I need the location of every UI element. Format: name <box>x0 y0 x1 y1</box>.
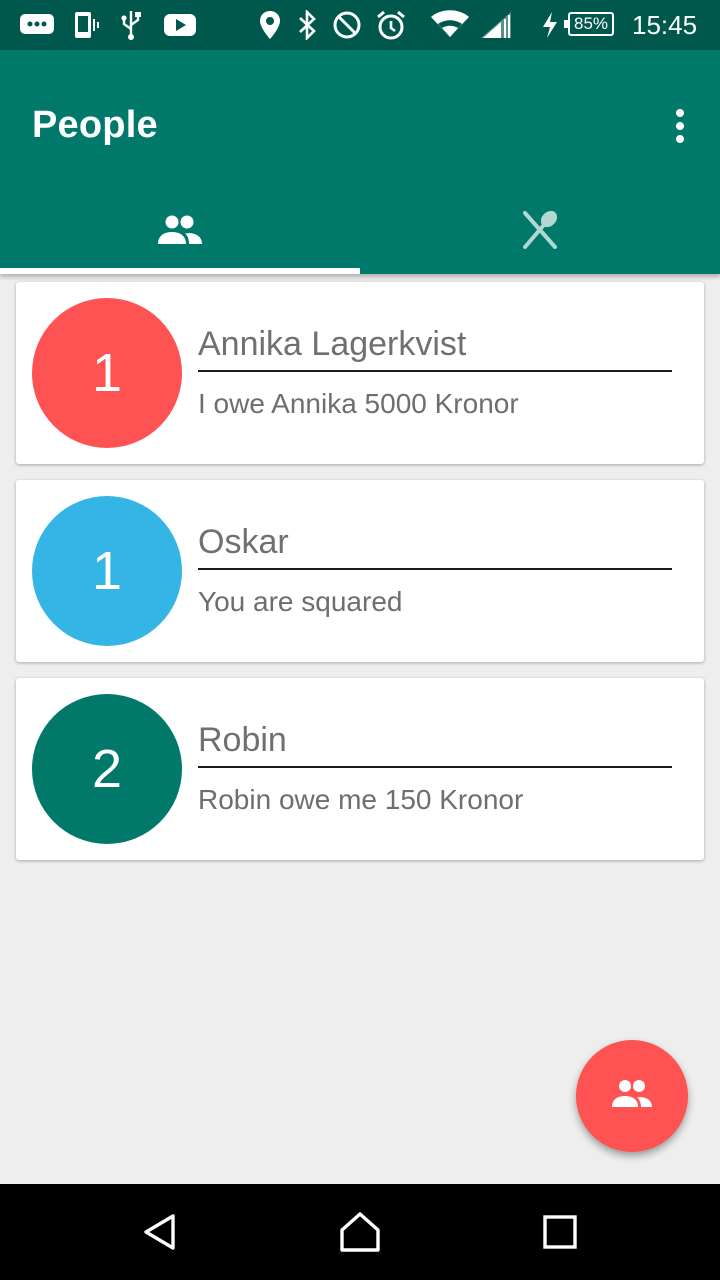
page-title: People <box>32 104 158 146</box>
clock: 15:45 <box>632 10 698 40</box>
signal-icon <box>478 0 514 50</box>
people-icon <box>156 213 204 252</box>
person-card[interactable]: 1 Annika Lagerkvist I owe Annika 5000 Kr… <box>16 282 704 464</box>
do-not-disturb-icon <box>330 0 364 50</box>
person-name: Oskar <box>198 518 672 570</box>
person-balance: Robin owe me 150 Kronor <box>198 784 524 815</box>
person-name: Annika Lagerkvist <box>198 320 672 372</box>
restaurant-icon <box>519 209 561 256</box>
person-card[interactable]: 1 Oskar You are squared <box>16 480 704 662</box>
people-list: 1 Annika Lagerkvist I owe Annika 5000 Kr… <box>16 282 704 876</box>
alarm-icon <box>374 0 408 50</box>
person-balance: I owe Annika 5000 Kronor <box>198 388 519 419</box>
usb-icon <box>116 0 146 50</box>
navigation-bar <box>0 1184 720 1280</box>
app-bar: People <box>0 50 720 274</box>
back-icon[interactable] <box>100 1184 220 1280</box>
tab-people[interactable] <box>0 190 360 274</box>
youtube-icon <box>162 0 198 50</box>
battery-indicator: 85% <box>564 12 614 36</box>
add-group-button[interactable] <box>576 1040 688 1152</box>
location-icon <box>256 0 284 50</box>
recents-icon[interactable] <box>500 1184 620 1280</box>
charging-icon <box>538 0 562 50</box>
person-card[interactable]: 2 Robin Robin owe me 150 Kronor <box>16 678 704 860</box>
avatar: 1 <box>32 298 182 448</box>
more-vert-icon[interactable] <box>660 96 700 156</box>
phone-vibrate-icon <box>68 0 102 50</box>
person-balance: You are squared <box>198 586 403 617</box>
group-add-icon <box>609 1078 655 1115</box>
message-icon <box>18 0 56 50</box>
person-name: Robin <box>198 716 672 768</box>
avatar: 2 <box>32 694 182 844</box>
avatar: 1 <box>32 496 182 646</box>
tab-indicator <box>0 268 360 274</box>
wifi-icon <box>428 0 472 50</box>
home-icon[interactable] <box>300 1184 420 1280</box>
status-bar: 85% 15:45 <box>0 0 720 50</box>
tab-food[interactable] <box>360 190 720 274</box>
bluetooth-icon <box>294 0 320 50</box>
